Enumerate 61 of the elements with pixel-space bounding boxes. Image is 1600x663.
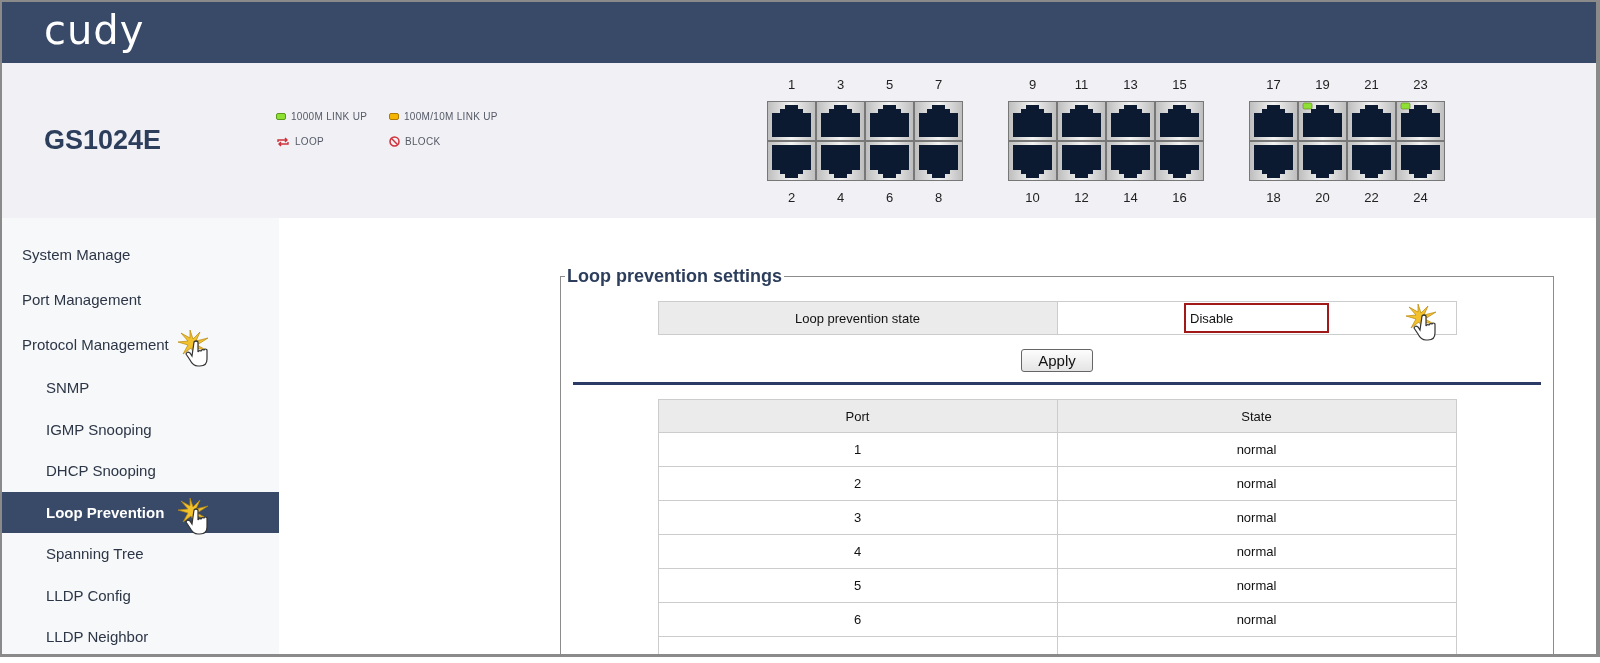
sidebar-item[interactable]: Loop Prevention — [2, 491, 279, 533]
port-number: 17 — [1266, 76, 1281, 92]
section-title: Loop prevention settings — [566, 266, 783, 287]
port-number: 12 — [1074, 189, 1089, 205]
table-cell: normal — [1057, 535, 1457, 569]
table-cell: normal — [1057, 603, 1457, 637]
table-cell: normal — [1057, 467, 1457, 501]
port-number: 24 — [1413, 189, 1428, 205]
port-number: 19 — [1315, 76, 1330, 92]
state-dropdown[interactable]: Disable — [1184, 303, 1329, 333]
port-number: 10 — [1025, 189, 1040, 205]
legend-label: 100M/10M LINK UP — [404, 111, 498, 122]
table-cell: 3 — [658, 501, 1058, 535]
sidebar-item[interactable]: SNMP — [2, 367, 279, 409]
table-cell: normal — [1057, 501, 1457, 535]
table-cell: 5 — [658, 569, 1058, 603]
table-cell: 1 — [658, 433, 1058, 467]
sidebar-item[interactable]: DHCP Snooping — [2, 450, 279, 492]
port-number: 7 — [934, 76, 943, 92]
table-cell: 4 — [658, 535, 1058, 569]
port-number: 23 — [1413, 76, 1428, 92]
port-number: 20 — [1315, 189, 1330, 205]
column-header: State — [1057, 400, 1457, 433]
sidebar-item[interactable]: Protocol Management — [2, 322, 279, 367]
port-number: 2 — [787, 189, 796, 205]
sidebar-item[interactable]: IGMP Snooping — [2, 408, 279, 450]
port-number: 9 — [1028, 76, 1037, 92]
model-name: GS1024E — [43, 125, 163, 156]
table-cell: normal — [1057, 433, 1457, 467]
table-cell: normal — [1057, 569, 1457, 603]
sidebar-item[interactable]: LLDP Neighbor — [2, 616, 279, 654]
port-number: 3 — [836, 76, 845, 92]
port-number: 22 — [1364, 189, 1379, 205]
led-icon — [389, 113, 399, 120]
table-cell: 6 — [658, 603, 1058, 637]
column-header: Port — [658, 400, 1058, 433]
legend-label: BLOCK — [405, 136, 441, 147]
block-icon — [389, 136, 400, 147]
apply-button[interactable]: Apply — [1021, 349, 1093, 372]
port-number: 4 — [836, 189, 845, 205]
sidebar-item[interactable]: Spanning Tree — [2, 533, 279, 575]
port-number: 6 — [885, 189, 894, 205]
port-number: 1 — [787, 76, 796, 92]
port-number: 21 — [1364, 76, 1379, 92]
port-number: 8 — [934, 189, 943, 205]
port-number: 5 — [885, 76, 894, 92]
loop-arrows-icon — [276, 136, 290, 147]
sidebar-item[interactable]: System Manage — [2, 232, 279, 277]
sidebar-item[interactable]: Port Management — [2, 277, 279, 322]
legend-label: LOOP — [295, 136, 324, 147]
port-number: 11 — [1074, 76, 1089, 92]
port-number: 13 — [1123, 76, 1138, 92]
legend-label: 1000M LINK UP — [291, 111, 368, 122]
port-number: 16 — [1172, 189, 1187, 205]
port-number: 14 — [1123, 189, 1138, 205]
field-label: Loop prevention state — [658, 302, 1058, 335]
port-number: 18 — [1266, 189, 1281, 205]
sidebar-item[interactable]: LLDP Config — [2, 574, 279, 616]
port-number: 15 — [1172, 76, 1187, 92]
table-cell: 2 — [658, 467, 1058, 501]
led-icon — [276, 113, 286, 120]
